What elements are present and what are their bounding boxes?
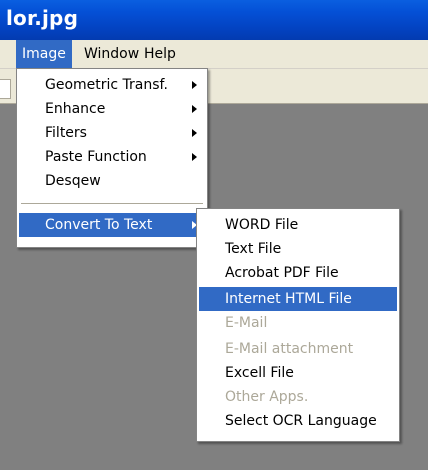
submenu-arrow-icon [192, 129, 197, 137]
window-title: lor.jpg [6, 6, 79, 30]
menu-item-filters[interactable]: Filters [19, 121, 205, 145]
submenu-arrow-icon [192, 105, 197, 113]
menu-item-paste-function[interactable]: Paste Function [19, 145, 205, 169]
menu-image[interactable]: Image [16, 40, 72, 68]
menu-item-label: Acrobat PDF File [225, 265, 339, 281]
menu-item-label: E-Mail attachment [225, 341, 354, 357]
title-bar[interactable]: lor.jpg [0, 0, 428, 40]
menu-item-e-mail-attachment: E-Mail attachment [199, 337, 397, 361]
menu-item-label: Enhance [45, 101, 106, 117]
menu-item-select-ocr-language[interactable]: Select OCR Language [199, 409, 397, 433]
menu-separator [21, 203, 203, 204]
menu-item-internet-html-file[interactable]: Internet HTML File [199, 287, 397, 311]
menu-item-label: WORD File [225, 217, 299, 233]
menu-item-e-mail: E-Mail [199, 311, 397, 335]
menu-item-desqew[interactable]: Desqew [19, 169, 205, 193]
menu-item-label: Text File [225, 241, 282, 257]
menu-item-label: Excell File [225, 365, 294, 381]
menu-item-label: Convert To Text [45, 217, 153, 233]
menu-item-label: Other Apps. [225, 389, 309, 405]
menu-item-excell-file[interactable]: Excell File [199, 361, 397, 385]
menu-item-label: E-Mail [225, 315, 268, 331]
toolbar-button-icon[interactable] [0, 79, 11, 99]
menu-item-label: Select OCR Language [225, 413, 377, 429]
image-menu: Geometric Transf. Enhance Filters Paste … [16, 68, 208, 248]
menu-item-label: Internet HTML File [225, 291, 352, 307]
convert-to-text-submenu: WORD File Text File Acrobat PDF File Int… [196, 208, 400, 442]
menu-item-text-file[interactable]: Text File [199, 237, 397, 261]
menu-item-geometric-transf[interactable]: Geometric Transf. [19, 73, 205, 97]
menu-bar: Image Window Help [0, 40, 428, 69]
menu-help[interactable]: Help [138, 40, 182, 68]
menu-window[interactable]: Window [78, 40, 145, 68]
menu-item-other-apps: Other Apps. [199, 385, 397, 409]
menu-item-enhance[interactable]: Enhance [19, 97, 205, 121]
menu-item-convert-to-text[interactable]: Convert To Text [19, 213, 205, 237]
submenu-arrow-icon [192, 153, 197, 161]
menu-item-acrobat-pdf-file[interactable]: Acrobat PDF File [199, 261, 397, 285]
submenu-arrow-icon [192, 81, 197, 89]
menu-item-label: Paste Function [45, 149, 147, 165]
menu-item-label: Filters [45, 125, 87, 141]
menu-item-word-file[interactable]: WORD File [199, 213, 397, 237]
menu-item-label: Desqew [45, 173, 101, 189]
menu-item-label: Geometric Transf. [45, 77, 168, 93]
